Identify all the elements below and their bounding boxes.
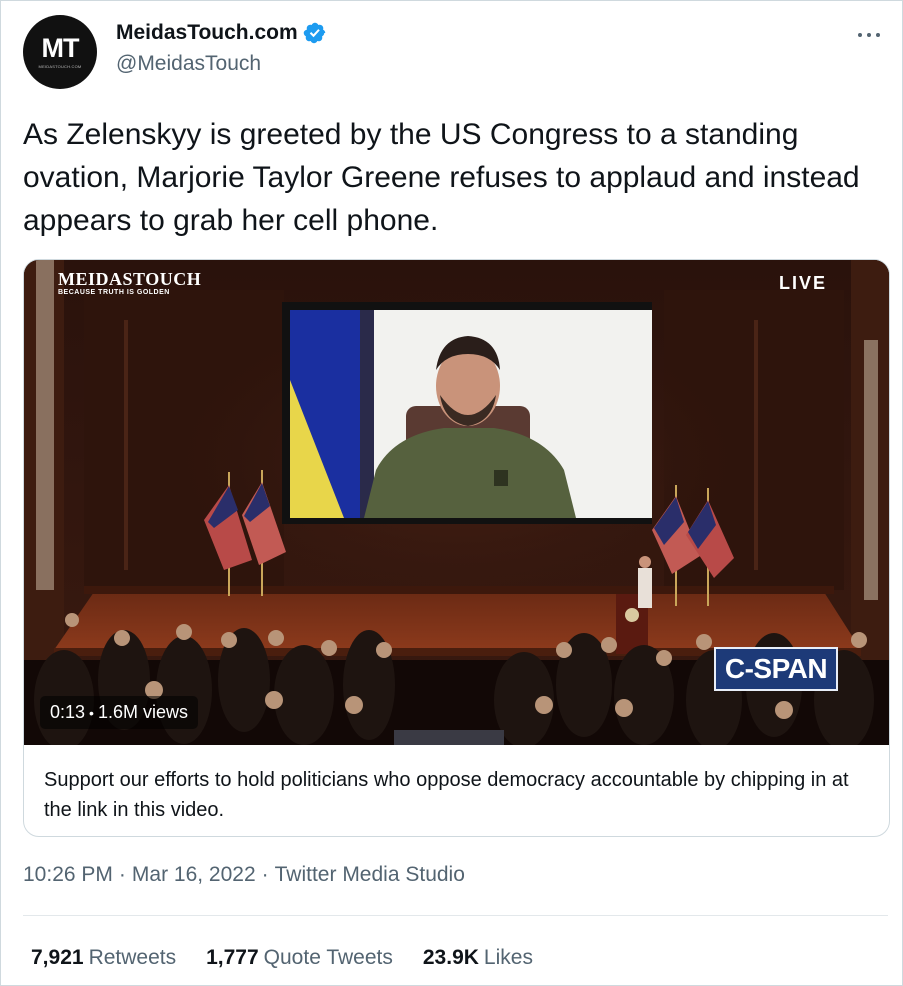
retweets-label: Retweets (88, 946, 177, 969)
more-dot-icon (876, 33, 880, 37)
separator-dot: • (89, 704, 94, 721)
more-dot-icon (867, 33, 871, 37)
tweet-time[interactable]: 10:26 PM (23, 863, 113, 887)
video-views: 1.6M views (97, 702, 188, 722)
avatar-logo-text: MT (41, 33, 80, 63)
video-duration-views-badge: 0:13 • 1.6M views (40, 696, 198, 729)
brand-title: MEIDASTOUCH (58, 269, 202, 289)
tweet-stats: 7,921 Retweets 1,777 Quote Tweets 23.9K Lik… (31, 946, 563, 970)
meta-separator: · (261, 863, 269, 886)
more-options-button[interactable] (854, 23, 884, 47)
quote-tweets-stat[interactable]: 1,777 Quote Tweets (206, 946, 393, 970)
author-display-name[interactable]: MeidasTouch.com (116, 21, 298, 45)
video-player[interactable]: MEIDASTOUCH BECAUSE TRUTH IS GOLDEN LIVE… (24, 260, 889, 745)
tweet-meta: 10:26 PM · Mar 16, 2022 · Twitter Media … (23, 863, 465, 887)
retweets-stat[interactable]: 7,921 Retweets (31, 946, 176, 970)
retweets-count: 7,921 (31, 946, 84, 969)
divider (23, 915, 888, 916)
media-card[interactable]: MEIDASTOUCH BECAUSE TRUTH IS GOLDEN LIVE… (23, 259, 890, 837)
author-handle[interactable]: @MeidasTouch (116, 52, 261, 76)
avatar-logo-subtext: MEIDASTOUCH.COM (38, 64, 82, 69)
author-name-row: MeidasTouch.com (116, 21, 327, 45)
likes-stat[interactable]: 23.9K Likes (423, 946, 533, 970)
cspan-logo: C-SPAN (714, 647, 838, 691)
likes-label: Likes (483, 946, 533, 969)
more-dot-icon (858, 33, 862, 37)
quote-tweets-label: Quote Tweets (263, 946, 393, 969)
verified-badge-icon (303, 22, 325, 44)
brand-tagline: BECAUSE TRUTH IS GOLDEN (58, 289, 170, 296)
likes-count: 23.9K (422, 946, 479, 969)
meta-separator: · (118, 863, 126, 886)
video-duration: 0:13 (50, 702, 86, 722)
media-description: Support our efforts to hold politicians … (44, 769, 849, 821)
avatar[interactable]: MT MEIDASTOUCH.COM (23, 15, 97, 89)
tweet-source[interactable]: Twitter Media Studio (275, 863, 465, 887)
tweet-text: As Zelenskyy is greeted by the US Congre… (23, 118, 860, 237)
live-label: LIVE (778, 273, 827, 293)
video-brand-watermark: MEIDASTOUCH BECAUSE TRUTH IS GOLDEN (58, 270, 201, 296)
tweet-date[interactable]: Mar 16, 2022 (132, 863, 256, 887)
tweet-container: MT MEIDASTOUCH.COM MeidasTouch.com @Meid… (0, 0, 903, 986)
quote-tweets-count: 1,777 (206, 946, 259, 969)
